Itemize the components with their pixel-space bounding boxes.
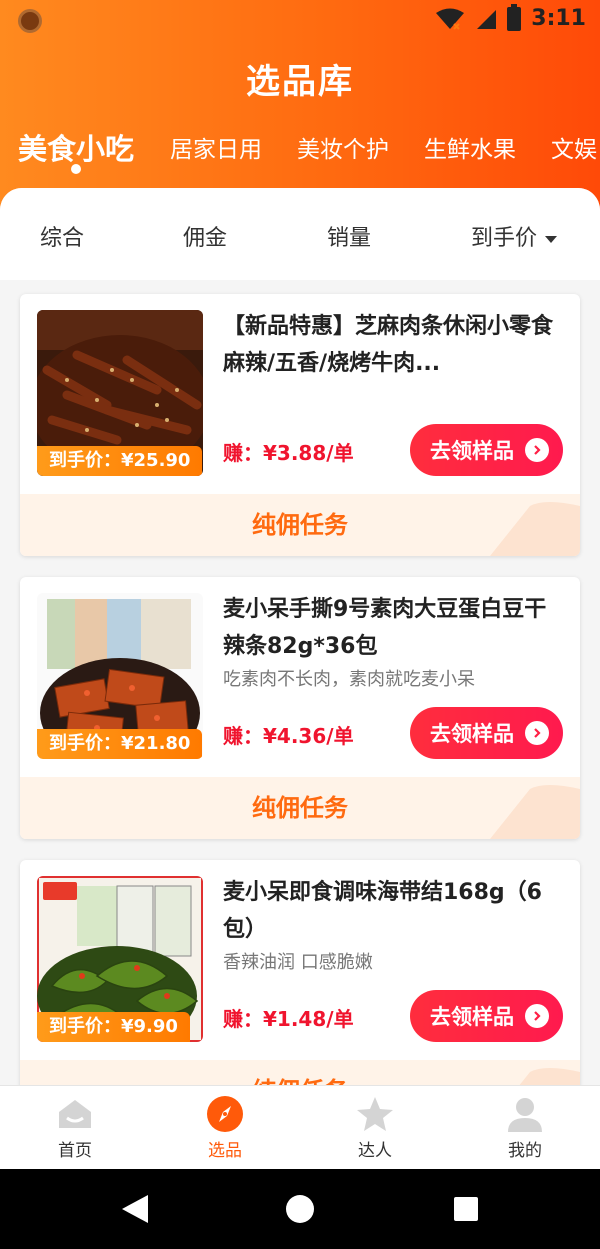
final-price-tag: 到手价：¥21.80 [37, 729, 203, 759]
sort-sales[interactable]: 销量 [327, 220, 371, 252]
signal-icon [477, 9, 497, 29]
commission-earn: 赚：¥3.88/单 [223, 441, 354, 465]
compass-icon [207, 1096, 243, 1132]
page-title: 选品库 [246, 62, 354, 102]
get-sample-button[interactable]: 去领样品 [410, 707, 563, 759]
status-bar: 3:11 [0, 0, 600, 44]
product-title: 麦小呆手撕9号素肉大豆蛋白豆干辣条82g*36包 [223, 597, 547, 659]
tab-entertainment[interactable]: 文娱 [551, 130, 597, 164]
nav-label: 达人 [358, 1141, 392, 1161]
active-tab-indicator [71, 164, 81, 174]
product-title: 【新品特惠】芝麻肉条休闲小零食 麻辣/五香/烧烤牛肉... [223, 314, 554, 376]
home-icon [59, 1100, 91, 1128]
product-card[interactable]: 到手价：¥25.90 【新品特惠】芝麻肉条休闲小零食 麻辣/五香/烧烤牛肉...… [20, 294, 580, 556]
get-sample-label: 去领样品 [430, 1005, 514, 1029]
nav-selection[interactable]: 选品 [175, 1094, 275, 1161]
recent-apps-icon[interactable] [454, 1197, 478, 1221]
seaweed-knot-snack-photo: 到手价：¥9.90 [37, 876, 203, 1042]
home-button-icon[interactable] [286, 1195, 314, 1223]
tab-label: 美食小吃 [18, 132, 135, 166]
tab-label: 文娱 [551, 137, 597, 163]
sort-bar: 综合 佣金 销量 到手价 [0, 188, 600, 280]
sort-final-price[interactable]: 到手价 [471, 220, 558, 252]
task-text: 纯佣任务 [252, 794, 348, 822]
status-indicators: 3:11 [435, 3, 586, 31]
commission-earn: 赚：¥1.48/单 [223, 1007, 354, 1031]
chevron-right-icon [525, 1004, 549, 1028]
nav-label: 首页 [58, 1141, 92, 1161]
task-text: 纯佣任务 [252, 511, 348, 539]
bottom-nav: 首页 选品 达人 我的 [0, 1085, 600, 1169]
battery-icon [507, 3, 522, 31]
user-icon [508, 1098, 542, 1132]
nav-label: 我的 [508, 1141, 542, 1161]
spicy-meat-strips-photo: 到手价：¥25.90 [37, 310, 203, 476]
commission-task-label: 纯佣任务 [20, 1060, 580, 1088]
sort-final-price-label: 到手价 [471, 226, 538, 251]
sort-commission[interactable]: 佣金 [183, 220, 227, 252]
get-sample-label: 去领样品 [430, 439, 514, 463]
caret-down-icon [545, 235, 558, 243]
get-sample-button[interactable]: 去领样品 [410, 990, 563, 1042]
sort-comprehensive[interactable]: 综合 [40, 220, 84, 252]
nav-home[interactable]: 首页 [25, 1094, 125, 1161]
decorative-shape [490, 502, 580, 556]
get-sample-button[interactable]: 去领样品 [410, 424, 563, 476]
decorative-shape [490, 785, 580, 839]
nav-label: 选品 [208, 1141, 242, 1161]
chevron-right-icon [525, 721, 549, 745]
tab-label: 生鲜水果 [424, 137, 516, 163]
content-sheet: 综合 佣金 销量 到手价 到手价：¥25.90 【新品特惠】芝麻肉条休闲小零食 … [0, 188, 600, 1088]
tab-label: 美妆个护 [297, 137, 389, 163]
product-title: 麦小呆即食调味海带结168g（6包） [223, 880, 542, 942]
nav-influencer[interactable]: 达人 [325, 1094, 425, 1161]
commission-earn: 赚：¥4.36/单 [223, 724, 354, 748]
category-tabs: 美食小吃 居家日用 美妆个护 生鲜水果 文娱 [0, 122, 600, 182]
wifi-icon [436, 8, 465, 30]
product-subtitle: 吃素肉不长肉，素肉就吃麦小呆 [223, 669, 475, 690]
app-status-icon [18, 9, 42, 33]
product-subtitle: 香辣油润 口感脆嫩 [223, 952, 373, 973]
status-time: 3:11 [531, 6, 586, 31]
back-icon[interactable] [120, 1193, 150, 1225]
get-sample-label: 去领样品 [430, 722, 514, 746]
star-person-icon [357, 1097, 393, 1131]
tab-home-daily[interactable]: 居家日用 [170, 130, 262, 164]
product-card[interactable]: 到手价：¥21.80 麦小呆手撕9号素肉大豆蛋白豆干辣条82g*36包 吃素肉不… [20, 577, 580, 839]
nav-mine[interactable]: 我的 [475, 1094, 575, 1161]
tab-label: 居家日用 [170, 137, 262, 163]
final-price-tag: 到手价：¥25.90 [37, 446, 203, 476]
tab-fresh-fruit[interactable]: 生鲜水果 [424, 130, 516, 164]
product-card[interactable]: 到手价：¥9.90 麦小呆即食调味海带结168g（6包） 香辣油润 口感脆嫩 赚… [20, 860, 580, 1088]
commission-task-label: 纯佣任务 [20, 494, 580, 556]
commission-task-label: 纯佣任务 [20, 777, 580, 839]
chevron-right-icon [525, 438, 549, 462]
tab-beauty-care[interactable]: 美妆个护 [297, 130, 389, 164]
final-price-tag: 到手价：¥9.90 [37, 1012, 190, 1042]
system-nav-bar [0, 1169, 600, 1249]
tab-food-snacks[interactable]: 美食小吃 [18, 126, 135, 174]
vegetarian-meat-snack-photo: 到手价：¥21.80 [37, 593, 203, 759]
